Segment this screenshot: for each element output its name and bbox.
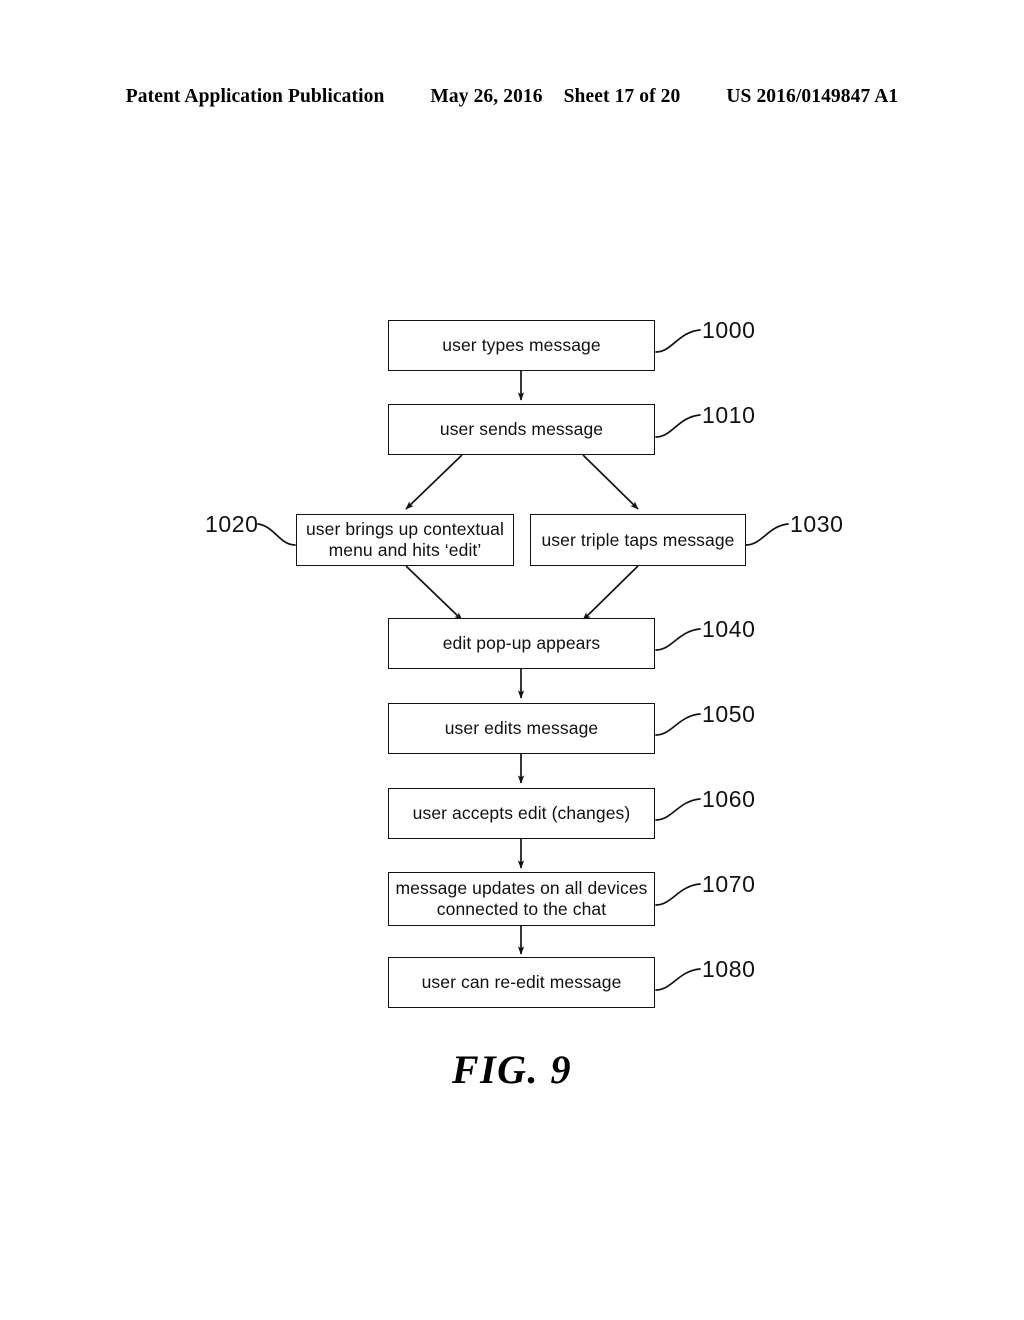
flow-node-label: user sends message <box>439 419 604 439</box>
arrow-1030-to-1040 <box>582 565 639 621</box>
figure-caption: FIG. 9 <box>451 1047 573 1092</box>
flow-node-label: user triple taps message <box>541 529 735 550</box>
patent-drawing-page: Patent Application Publication May 26, 2… <box>0 0 1024 1320</box>
flow-node-label: user brings up contextual menu and hits … <box>305 519 505 560</box>
flow-node-label: user can re-edit message <box>421 972 622 992</box>
arrow-1020-to-1040 <box>405 565 463 621</box>
leader-line-1030 <box>745 523 789 546</box>
leader-line-1050 <box>655 713 701 736</box>
leader-line-1000 <box>655 329 701 353</box>
leader-line-1010 <box>655 414 701 438</box>
reference-numeral-1060: 1060 <box>702 786 756 812</box>
reference-numeral-1030: 1030 <box>790 511 844 537</box>
flow-node-1030: user triple taps message <box>530 514 746 566</box>
reference-numeral-1010: 1010 <box>702 402 756 428</box>
leader-line-1060 <box>655 798 701 821</box>
flow-node-1050: user edits message <box>388 703 655 754</box>
leader-line-1040 <box>655 628 701 651</box>
reference-numeral-1000: 1000 <box>702 317 756 343</box>
reference-numeral-1070: 1070 <box>702 871 756 897</box>
arrow-1010-to-1020 <box>405 454 463 510</box>
flow-node-label: user accepts edit (changes) <box>412 803 631 823</box>
flow-node-label: message updates on all devices connected… <box>395 878 648 919</box>
reference-numeral-1080: 1080 <box>702 956 756 982</box>
flow-node-label: edit pop-up appears <box>442 633 601 653</box>
flow-node-1040: edit pop-up appears <box>388 618 655 669</box>
flow-node-label: user edits message <box>444 718 599 738</box>
leader-line-1020 <box>257 523 296 546</box>
leader-line-1080 <box>655 968 701 991</box>
leader-line-1070 <box>655 883 701 906</box>
flow-node-label: user types message <box>442 335 601 355</box>
flow-node-1010: user sends message <box>388 404 655 455</box>
flow-node-1080: user can re-edit message <box>388 957 655 1008</box>
reference-numeral-1020: 1020 <box>205 511 259 537</box>
reference-numeral-1040: 1040 <box>702 616 756 642</box>
flow-node-1000: user types message <box>388 320 655 371</box>
flow-node-1070: message updates on all devices connected… <box>388 872 655 926</box>
arrow-1010-to-1030 <box>582 454 639 510</box>
flow-node-1020: user brings up contextual menu and hits … <box>296 514 514 566</box>
reference-numeral-1050: 1050 <box>702 701 756 727</box>
flow-node-1060: user accepts edit (changes) <box>388 788 655 839</box>
